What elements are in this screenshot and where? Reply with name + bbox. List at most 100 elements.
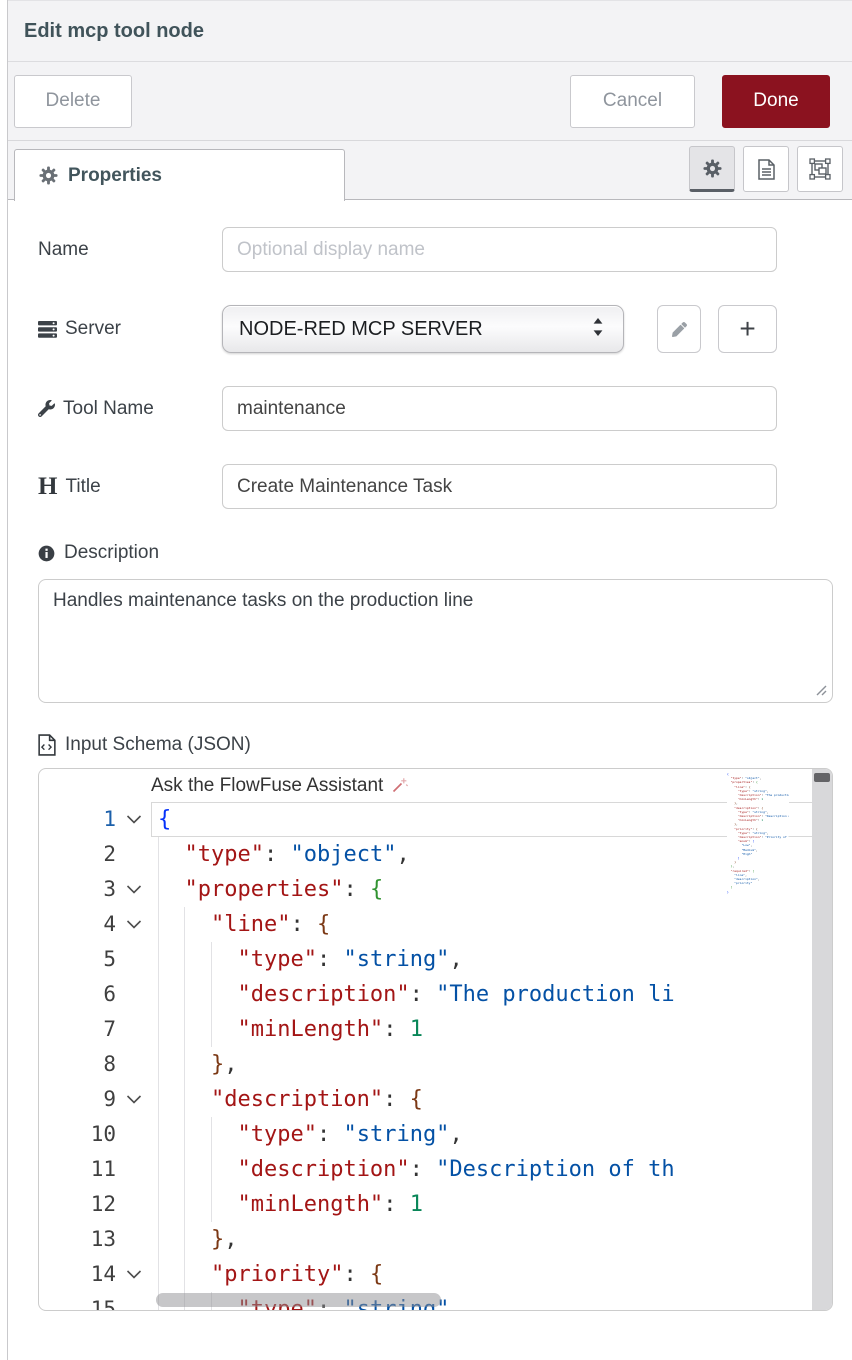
properties-tab-button[interactable]: [689, 146, 735, 192]
line-number: 3: [39, 872, 116, 907]
pencil-icon: [672, 322, 687, 337]
dialog-toolbar: Delete Cancel Done: [8, 62, 852, 141]
assistant-header: Ask the FlowFuse Assistant: [39, 769, 832, 802]
fold-spacer: [116, 1222, 151, 1257]
description-field-wrap: Handles maintenance tasks on the product…: [38, 579, 833, 703]
object-group-icon: [809, 158, 831, 180]
properties-form: Name Serve: [8, 200, 852, 1311]
name-row: Name: [38, 227, 852, 272]
gear-icon: [39, 166, 58, 185]
line-number: 14: [39, 1257, 116, 1292]
info-icon: [38, 545, 55, 562]
fold-chevron-icon[interactable]: [116, 1257, 151, 1292]
ask-assistant-link[interactable]: Ask the FlowFuse Assistant: [151, 775, 383, 797]
done-button[interactable]: Done: [722, 75, 830, 128]
server-select[interactable]: NODE-RED MCP SERVER: [222, 305, 624, 353]
tab-properties[interactable]: Properties: [14, 149, 345, 201]
code-line-1[interactable]: 1{: [39, 802, 832, 837]
server-icon: [38, 321, 57, 338]
tool-name-input[interactable]: [222, 386, 777, 431]
code-line-7[interactable]: 7 "minLength": 1: [39, 1012, 832, 1047]
magic-wand-icon[interactable]: [391, 777, 408, 794]
code-line-9[interactable]: 9 "description": {: [39, 1082, 832, 1117]
description-textarea[interactable]: Handles maintenance tasks on the product…: [38, 579, 833, 703]
fold-spacer: [116, 1152, 151, 1187]
code-line-12[interactable]: 12 "minLength": 1: [39, 1187, 832, 1222]
select-arrows-icon: [591, 316, 605, 343]
tab-icon-buttons: [689, 146, 843, 192]
line-number: 6: [39, 977, 116, 1012]
editor-horizontal-scrollbar-thumb[interactable]: [156, 1293, 441, 1307]
edit-node-dialog: Edit mcp tool node Delete Cancel Done: [7, 0, 852, 1360]
code-line-3[interactable]: 3 "properties": {: [39, 872, 832, 907]
description-tab-button[interactable]: [743, 146, 789, 192]
title-label: H Title: [38, 474, 222, 499]
wrench-icon: [38, 400, 55, 417]
heading-icon: H: [38, 474, 57, 499]
line-number: 2: [39, 837, 116, 872]
json-code-editor[interactable]: Ask the FlowFuse Assistant 1{2 "type": "…: [38, 768, 833, 1311]
server-label: Server: [38, 318, 222, 340]
code-line-5[interactable]: 5 "type": "string",: [39, 942, 832, 977]
line-number: 7: [39, 1012, 116, 1047]
fold-chevron-icon[interactable]: [116, 1082, 151, 1117]
title-input[interactable]: [222, 464, 777, 509]
code-lines: 1{2 "type": "object",3 "properties": {4 …: [39, 802, 832, 1311]
appearance-tab-button[interactable]: [797, 146, 843, 192]
edit-server-button[interactable]: [657, 305, 701, 353]
editor-vertical-scrollbar[interactable]: [812, 769, 832, 1310]
delete-button[interactable]: Delete: [14, 75, 132, 128]
fold-chevron-icon[interactable]: [116, 907, 151, 942]
document-icon: [758, 159, 775, 180]
server-select-value: NODE-RED MCP SERVER: [239, 318, 483, 341]
resize-grip-icon[interactable]: [814, 683, 828, 697]
fold-spacer: [116, 1292, 151, 1311]
fold-spacer: [116, 1012, 151, 1047]
line-number: 4: [39, 907, 116, 942]
line-number: 11: [39, 1152, 116, 1187]
dialog-title: Edit mcp tool node: [24, 20, 204, 43]
line-number: 10: [39, 1117, 116, 1152]
vertical-scrollbar-thumb[interactable]: [814, 773, 830, 782]
fold-chevron-icon[interactable]: [116, 872, 151, 907]
name-label: Name: [38, 239, 222, 261]
fold-spacer: [116, 942, 151, 977]
code-line-8[interactable]: 8 },: [39, 1047, 832, 1082]
line-number: 13: [39, 1222, 116, 1257]
gear-icon: [703, 159, 722, 178]
code-line-6[interactable]: 6 "description": "The production li: [39, 977, 832, 1012]
code-line-10[interactable]: 10 "type": "string",: [39, 1117, 832, 1152]
name-input[interactable]: [222, 227, 777, 272]
line-number: 5: [39, 942, 116, 977]
code-line-2[interactable]: 2 "type": "object",: [39, 837, 832, 872]
code-line-13[interactable]: 13 },: [39, 1222, 832, 1257]
line-number: 15: [39, 1292, 116, 1311]
fold-spacer: [116, 1117, 151, 1152]
tab-properties-label: Properties: [68, 165, 162, 187]
tab-bar: Properties: [8, 141, 852, 200]
code-line-14[interactable]: 14 "priority": {: [39, 1257, 832, 1292]
fold-spacer: [116, 837, 151, 872]
tool-name-row: Tool Name: [38, 386, 852, 431]
code-line-11[interactable]: 11 "description": "Description of th: [39, 1152, 832, 1187]
dialog-top-zone: Edit mcp tool node Delete Cancel Done: [8, 0, 852, 200]
minimap[interactable]: { "type": "object", "properties": { "lin…: [727, 772, 789, 1310]
code-line-4[interactable]: 4 "line": {: [39, 907, 832, 942]
description-label: Description: [38, 542, 852, 564]
server-row: Server NODE-RED MCP SERVER +: [38, 305, 852, 353]
input-schema-label: Input Schema (JSON): [38, 734, 852, 756]
fold-spacer: [116, 1047, 151, 1082]
line-number: 8: [39, 1047, 116, 1082]
dialog-header: Edit mcp tool node: [8, 1, 852, 62]
add-server-button[interactable]: +: [718, 305, 777, 353]
fold-spacer: [116, 1187, 151, 1222]
tool-name-label: Tool Name: [38, 398, 222, 420]
title-row: H Title: [38, 464, 852, 509]
file-code-icon: [38, 734, 56, 756]
fold-chevron-icon[interactable]: [116, 802, 151, 837]
line-number: 9: [39, 1082, 116, 1117]
fold-spacer: [116, 977, 151, 1012]
line-number: 12: [39, 1187, 116, 1222]
line-number: 1: [39, 802, 116, 837]
cancel-button[interactable]: Cancel: [570, 75, 695, 128]
